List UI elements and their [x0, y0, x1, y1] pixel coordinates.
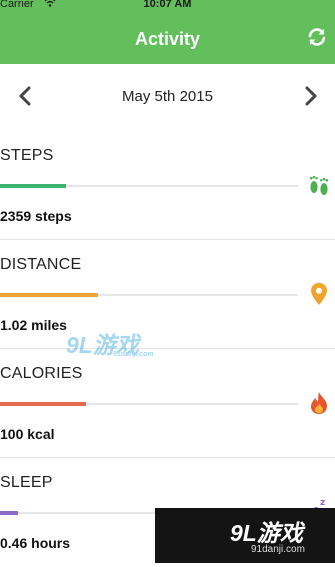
flame-icon — [306, 390, 332, 416]
progress-fill — [0, 184, 66, 188]
watermark-logo: 9L游戏 91danji.com — [66, 326, 153, 360]
divider — [0, 239, 335, 240]
progress-track — [0, 293, 298, 297]
metric-value: 0.46 hours — [0, 535, 71, 551]
footprints-icon — [306, 172, 332, 198]
divider — [0, 348, 335, 349]
status-time: 10:07 AM — [143, 0, 192, 10]
progress-track — [0, 184, 298, 188]
next-day-button[interactable] — [300, 84, 322, 108]
refresh-icon[interactable] — [305, 25, 329, 49]
progress-fill — [0, 511, 18, 515]
date-navigator: May 5th 2015 — [0, 64, 335, 128]
watermark-badge: 9L游戏 91danji.com — [155, 508, 335, 563]
metric-steps[interactable]: STEPS 2359 steps — [0, 132, 335, 240]
metric-label: STEPS — [0, 147, 54, 164]
progress-track — [0, 402, 298, 406]
badge-brand: 9L游戏 — [230, 520, 303, 546]
badge-url: 91danji.com — [251, 544, 305, 555]
progress-fill — [0, 293, 99, 297]
metric-label: CALORIES — [0, 365, 83, 382]
svg-text:z: z — [320, 499, 325, 508]
watermark-url: 91danji.com — [113, 351, 154, 358]
metric-label: SLEEP — [0, 474, 53, 491]
page-title: Activity — [134, 29, 201, 49]
divider — [0, 457, 335, 458]
metric-label: DISTANCE — [0, 256, 82, 273]
metric-value: 100 kcal — [0, 426, 55, 442]
current-date: May 5th 2015 — [122, 88, 213, 105]
status-bar: Carrier 10:07 AM — [0, 0, 335, 14]
metric-calories[interactable]: CALORIES 100 kcal — [0, 350, 335, 458]
metric-value: 1.02 miles — [0, 317, 67, 333]
progress-fill — [0, 402, 87, 406]
metric-distance[interactable]: DISTANCE 1.02 miles — [0, 241, 335, 349]
location-pin-icon — [306, 281, 332, 307]
metric-value: 2359 steps — [0, 208, 72, 224]
nav-bar: Activity — [0, 14, 335, 64]
